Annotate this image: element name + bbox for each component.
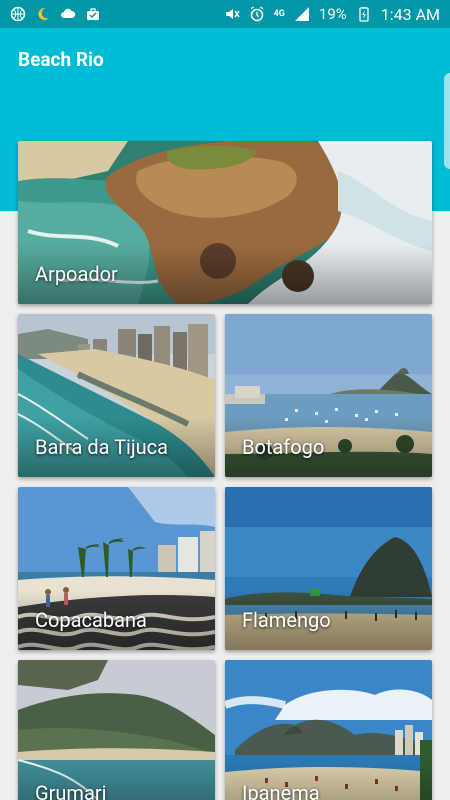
beach-card-copacabana[interactable]: Copacabana bbox=[18, 487, 215, 650]
cloud-icon bbox=[61, 8, 76, 18]
beach-card-flamengo[interactable]: Flamengo bbox=[225, 487, 432, 650]
network-type: 4G bbox=[273, 9, 285, 19]
beach-card-label: Flamengo bbox=[242, 608, 331, 632]
clock: 1:43 AM bbox=[380, 4, 440, 24]
mute-icon bbox=[225, 9, 240, 19]
beach-card-botafogo[interactable]: Botafogo bbox=[225, 314, 432, 477]
edge-panel-handle[interactable] bbox=[444, 73, 450, 169]
beach-card-label: Arpoador bbox=[35, 262, 118, 286]
basketball-icon bbox=[10, 6, 26, 22]
notification-icons bbox=[10, 6, 101, 22]
alarm-icon bbox=[250, 6, 264, 22]
signal-icon bbox=[294, 7, 309, 21]
briefcase-icon bbox=[87, 8, 99, 20]
system-icons: 4G 19% 1:43 AM bbox=[224, 5, 440, 24]
moon-icon bbox=[38, 7, 49, 20]
battery-percent: 19% bbox=[318, 5, 347, 23]
beach-card-label: Ipanema bbox=[242, 781, 320, 800]
beach-card-arpoador[interactable]: Arpoador bbox=[18, 141, 432, 304]
beach-card-ipanema[interactable]: Ipanema bbox=[225, 660, 432, 800]
beach-card-barra-da-tijuca[interactable]: Barra da Tijuca bbox=[18, 314, 215, 477]
beach-card-label: Copacabana bbox=[35, 608, 147, 632]
beach-card-label: Barra da Tijuca bbox=[35, 435, 169, 459]
battery-charging-icon bbox=[359, 7, 369, 22]
status-bar: 4G 19% 1:43 AM bbox=[0, 0, 450, 28]
beach-card-label: Grumari bbox=[35, 781, 107, 800]
beach-card-grumari[interactable]: Grumari bbox=[18, 660, 215, 800]
app-title: Beach Rio bbox=[18, 48, 104, 71]
beach-card-label: Botafogo bbox=[242, 435, 325, 459]
